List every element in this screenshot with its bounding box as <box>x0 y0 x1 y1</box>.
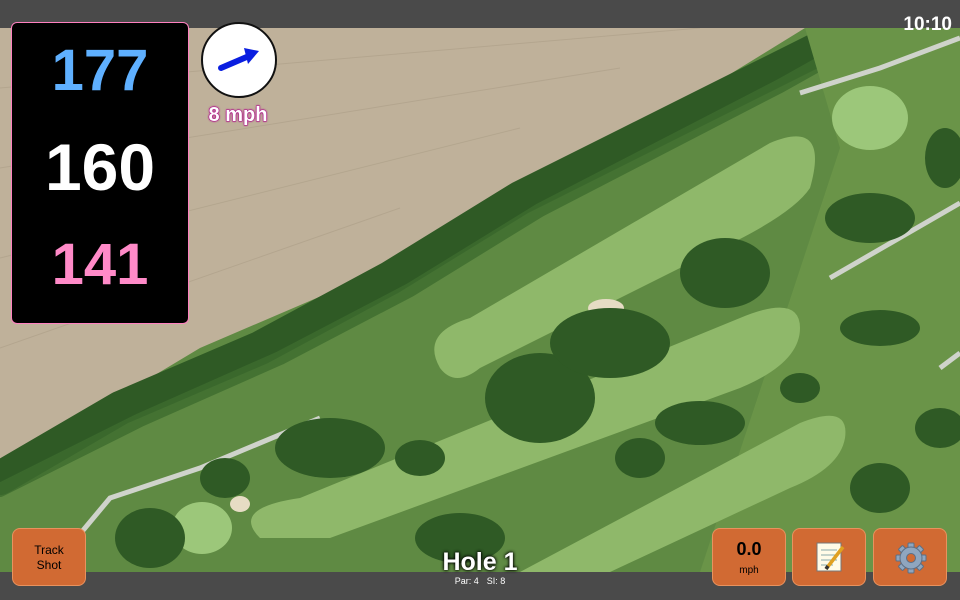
hole-par: Par: 4 <box>454 576 479 586</box>
center-distance: 160 <box>44 130 156 204</box>
hole-info: Hole 1 Par: 4 SI: 8 <box>380 548 580 587</box>
hole-subtitle: Par: 4 SI: 8 <box>380 576 580 587</box>
speed-button[interactable]: 0.0 mph <box>712 528 786 586</box>
wind-arrow-icon <box>218 48 259 71</box>
wind-indicator <box>201 22 277 98</box>
notepad-icon <box>816 542 845 572</box>
status-clock: 10:10 <box>903 14 952 35</box>
speed-unit: mph <box>739 565 759 576</box>
track-shot-label-line1: Track <box>34 543 64 557</box>
hole-title: Hole 1 <box>442 548 518 576</box>
settings-button[interactable] <box>873 528 947 586</box>
track-shot-label-line2: Shot <box>36 558 62 572</box>
gear-icon <box>895 542 927 574</box>
speed-value: 0.0 <box>736 539 762 559</box>
distance-panel: 177 160 141 <box>11 22 189 324</box>
wind-speed-label: 8 mph <box>208 104 268 127</box>
front-distance: 141 <box>51 232 149 297</box>
track-shot-button[interactable]: Track Shot <box>12 528 86 586</box>
back-distance: 177 <box>51 38 149 103</box>
scorecard-notes-button[interactable] <box>792 528 866 586</box>
hole-stroke-index: SI: 8 <box>486 576 506 586</box>
